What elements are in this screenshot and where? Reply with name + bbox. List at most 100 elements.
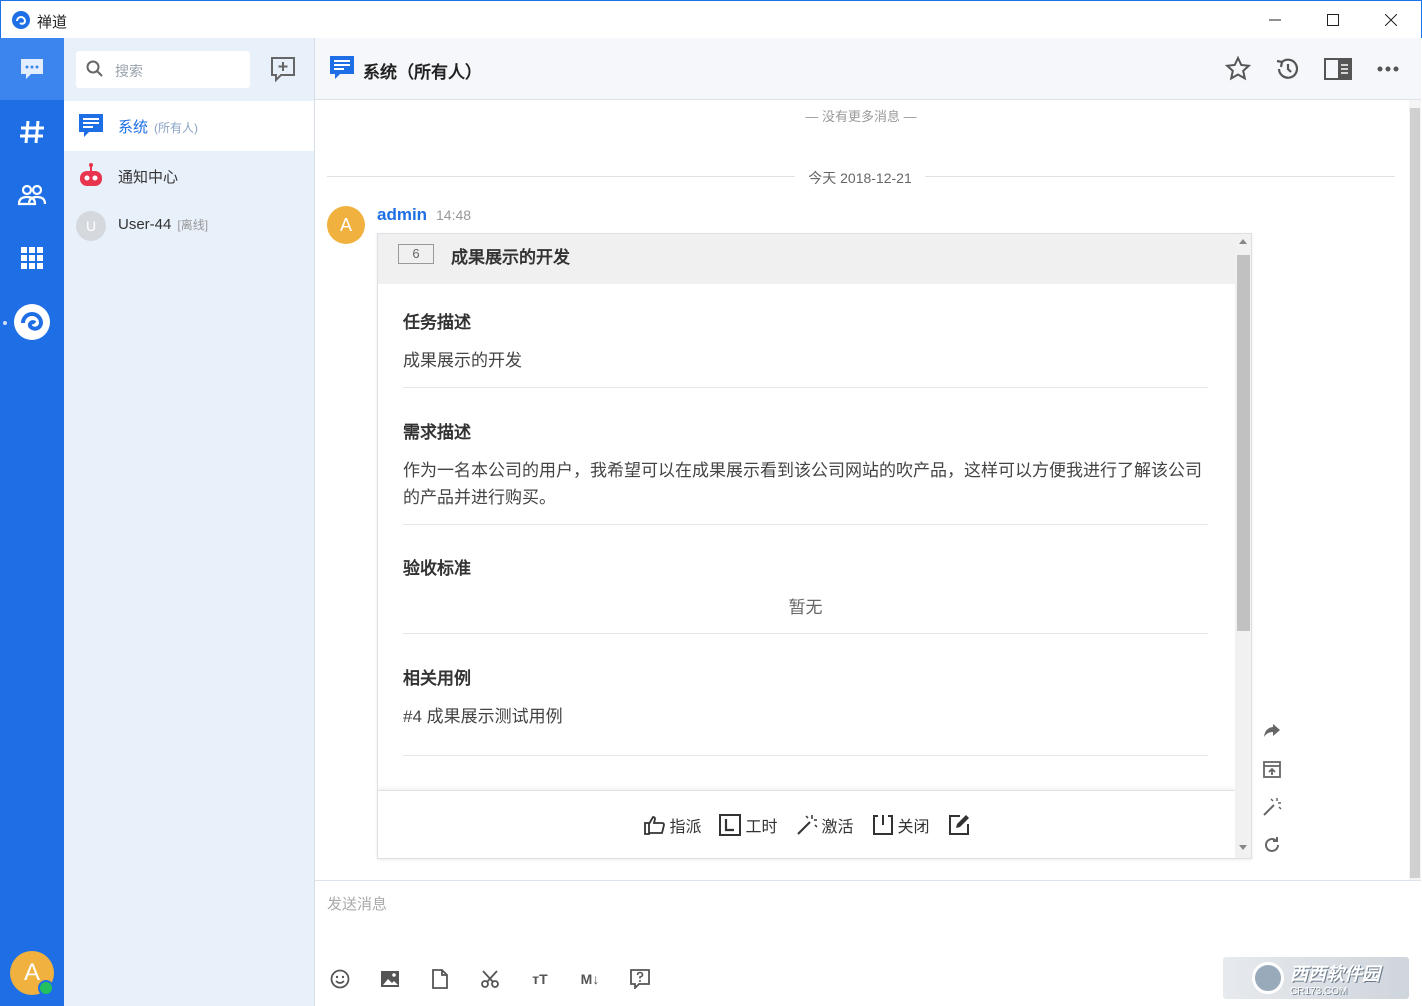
- robot-icon: [80, 163, 102, 186]
- screenshot-button[interactable]: [477, 966, 503, 992]
- maximize-icon: [1327, 14, 1339, 26]
- task-section: 验收标准 暂无: [403, 554, 1208, 634]
- file-icon: [432, 969, 448, 989]
- scrollbar-thumb[interactable]: [1410, 108, 1420, 878]
- section-text: 成果展示的开发: [403, 351, 522, 370]
- chat-item-notifications[interactable]: 通知中心: [64, 151, 314, 201]
- magic-wand-icon: [1263, 798, 1282, 816]
- composer-toolbar: тT M↓: [327, 966, 653, 992]
- image-button[interactable]: [377, 966, 403, 992]
- message-scrollbar[interactable]: [1409, 100, 1421, 880]
- refresh-icon: [1265, 837, 1279, 852]
- task-title[interactable]: 成果展示的开发: [451, 243, 570, 268]
- assign-button[interactable]: 指派: [643, 813, 701, 837]
- emoji-button[interactable]: [327, 966, 353, 992]
- nav-apps[interactable]: [0, 227, 64, 289]
- scroll-down-icon[interactable]: [1239, 845, 1247, 850]
- task-card-header: 6 成果展示的开发: [378, 234, 1235, 284]
- search-icon: [86, 60, 103, 77]
- help-icon: [630, 969, 650, 989]
- message-sender[interactable]: admin: [377, 205, 427, 225]
- nav-zentao[interactable]: [0, 291, 64, 353]
- share-icon: [1264, 724, 1280, 737]
- forward-button[interactable]: [1260, 712, 1284, 750]
- section-empty-text: 暂无: [788, 598, 823, 617]
- card-scrollbar[interactable]: [1235, 234, 1251, 858]
- chat-list-panel: 搜索 系统 (所有人) 通知中心 U User-44 [离线]: [64, 38, 315, 1006]
- task-section: 任务描述 成果展示的开发: [403, 308, 1208, 388]
- more-button[interactable]: [1373, 54, 1403, 84]
- sidebar-panel-icon: [1324, 58, 1352, 80]
- chat-bubble-icon: [21, 59, 43, 79]
- emoji-icon: [330, 969, 350, 989]
- message-time: 14:48: [436, 207, 472, 223]
- file-button[interactable]: [427, 966, 453, 992]
- add-chat-icon: [271, 57, 295, 83]
- markdown-icon: M↓: [580, 971, 600, 987]
- task-section: 相关用例 #4 成果展示测试用例: [403, 664, 1208, 756]
- chat-item-system[interactable]: 系统 (所有人): [64, 101, 314, 151]
- chat-item-user-44[interactable]: U User-44 [离线]: [64, 201, 314, 251]
- hashtag-icon: [20, 120, 44, 144]
- section-title: 需求描述: [403, 423, 471, 442]
- star-icon: [1225, 56, 1251, 81]
- help-button[interactable]: [627, 966, 653, 992]
- star-button[interactable]: [1223, 54, 1253, 84]
- section-title: 任务描述: [403, 313, 471, 332]
- edit-button[interactable]: [948, 814, 970, 836]
- markdown-button[interactable]: M↓: [577, 966, 603, 992]
- close-button[interactable]: [1362, 1, 1420, 39]
- channel-icon: [330, 56, 354, 79]
- close-task-button[interactable]: 关闭: [872, 813, 930, 837]
- chat-item-label: 通知中心: [118, 169, 179, 186]
- avatar[interactable]: A: [327, 206, 365, 244]
- more-icon: [1377, 66, 1399, 72]
- message-list: — 没有更多消息 — 今天 2018-12-21 A admin 14:48 6…: [315, 100, 1421, 880]
- users-icon: [17, 184, 47, 206]
- close-task-label: 关闭: [897, 818, 930, 836]
- maximize-button[interactable]: [1304, 1, 1362, 39]
- channel-icon: [79, 114, 103, 137]
- chat-item-sublabel: (所有人): [154, 121, 199, 135]
- grid-icon: [21, 247, 43, 269]
- scroll-up-icon[interactable]: [1239, 239, 1247, 244]
- activate-button[interactable]: 激活: [796, 813, 854, 837]
- no-more-messages: — 没有更多消息 —: [805, 109, 917, 124]
- app-logo-icon: [12, 11, 30, 29]
- search-input[interactable]: 搜索: [115, 61, 143, 81]
- image-icon: [381, 971, 399, 987]
- watermark-logo: 西西软件园 CR173.COM: [1223, 957, 1409, 999]
- refresh-button[interactable]: [1260, 826, 1284, 864]
- window-title: 禅道: [37, 14, 68, 31]
- clock-square-icon: [719, 813, 742, 836]
- scissors-icon: [481, 970, 499, 988]
- minimize-button[interactable]: [1246, 1, 1304, 39]
- font-size-button[interactable]: тT: [527, 966, 553, 992]
- search-box[interactable]: 搜索: [76, 51, 250, 88]
- worktime-button[interactable]: 工时: [719, 813, 778, 837]
- scrollbar-thumb[interactable]: [1237, 255, 1250, 631]
- power-box-icon: [872, 814, 893, 835]
- task-id-badge: 6: [398, 244, 434, 264]
- nav-contacts[interactable]: [0, 164, 64, 226]
- new-chat-button[interactable]: [268, 54, 298, 84]
- chat-main: 系统（所有人） — 没有更多消息 — 今天 2018-12-21 A admin…: [315, 38, 1422, 1006]
- task-section: 需求描述 作为一名本公司的用户，我希望可以在成果展示看到该公司网站的吹产品，这样…: [403, 418, 1208, 525]
- task-card-actions: 指派 工时 激活 关闭: [378, 790, 1235, 858]
- section-title: 验收标准: [403, 559, 471, 578]
- nav-chats[interactable]: [0, 38, 64, 100]
- related-case-link[interactable]: #4 成果展示测试用例: [403, 703, 1208, 730]
- offline-badge: [离线]: [177, 218, 209, 232]
- task-card-body: 任务描述 成果展示的开发 需求描述 作为一名本公司的用户，我希望可以在成果展示看…: [378, 284, 1235, 790]
- chat-header: 系统（所有人）: [315, 38, 1421, 100]
- history-button[interactable]: [1273, 54, 1303, 84]
- minimize-icon: [1269, 19, 1281, 21]
- magic-button[interactable]: [1260, 788, 1284, 826]
- close-icon: [1385, 14, 1397, 26]
- chat-item-label: 系统: [118, 119, 149, 136]
- message-input[interactable]: [327, 893, 1407, 949]
- open-button[interactable]: [1260, 750, 1284, 788]
- message-side-actions: [1260, 712, 1284, 864]
- nav-channels[interactable]: [0, 101, 64, 163]
- sidebar-toggle-button[interactable]: [1323, 54, 1353, 84]
